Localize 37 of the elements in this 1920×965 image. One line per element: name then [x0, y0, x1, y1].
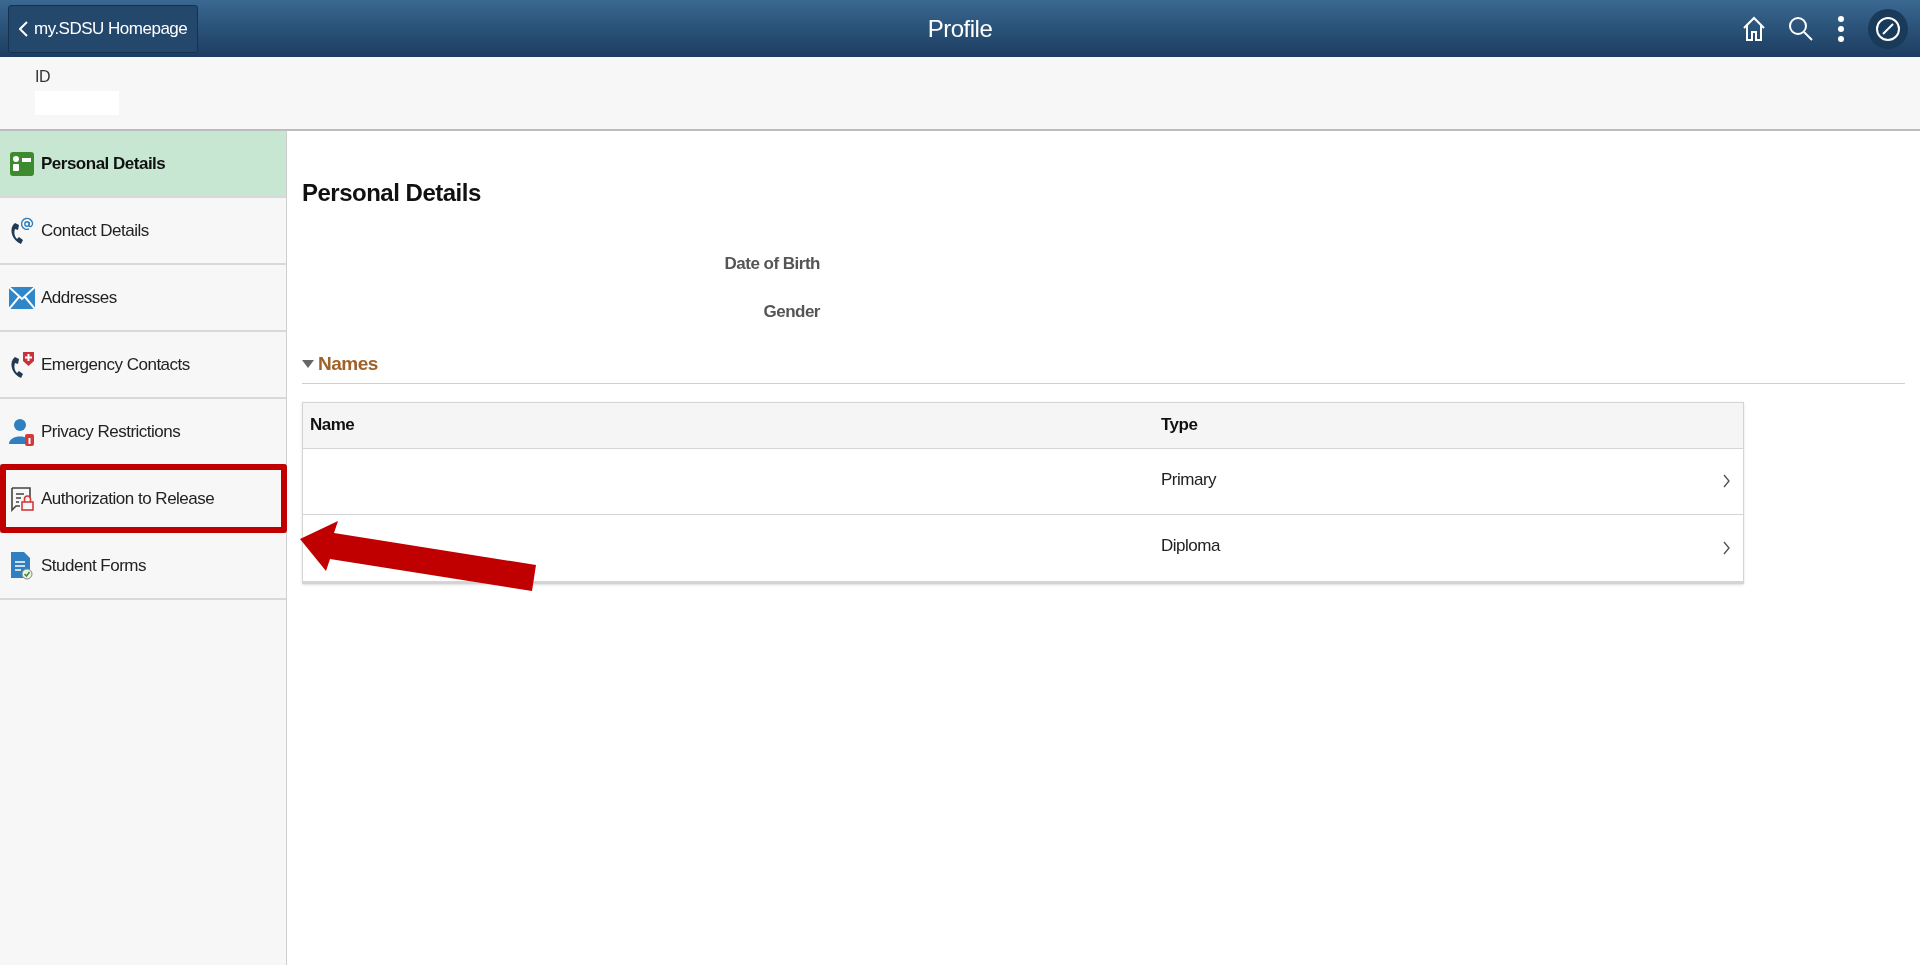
- chevron-right-icon: [1723, 540, 1730, 555]
- phone-cross-icon: [9, 350, 35, 379]
- person-info-icon: [9, 417, 35, 446]
- table-row[interactable]: Diploma: [303, 514, 1743, 581]
- names-section-toggle[interactable]: Names: [302, 350, 378, 379]
- sidebar-item-label: Personal Details: [41, 152, 166, 175]
- triangle-down-icon: [302, 359, 314, 370]
- compass-icon[interactable]: [1868, 8, 1908, 49]
- table-cell: Primary: [1161, 469, 1217, 489]
- page-title: Profile: [927, 13, 993, 44]
- section-heading: Personal Details: [302, 178, 481, 208]
- id-label: ID: [35, 67, 51, 87]
- envelope-icon: [9, 286, 35, 309]
- back-button[interactable]: my.SDSU Homepage: [8, 4, 199, 53]
- table-row[interactable]: Primary: [303, 448, 1743, 515]
- field-label: Gender: [763, 300, 820, 323]
- sidebar-item[interactable]: Personal Details: [0, 131, 286, 198]
- id-card-icon: [10, 151, 34, 176]
- field-label: Date of Birth: [724, 253, 820, 275]
- column-header: Type: [1161, 415, 1198, 435]
- sidebar-item-label: Emergency Contacts: [41, 353, 190, 376]
- sidebar-item[interactable]: Authorization to Release: [0, 466, 286, 533]
- phone-at-icon: [9, 216, 35, 245]
- home-icon[interactable]: [1742, 15, 1766, 42]
- column-header: Name: [310, 415, 355, 435]
- more-options-icon[interactable]: [1836, 14, 1846, 43]
- chevron-left-icon: [19, 20, 28, 37]
- sidebar-item-label: Student Forms: [41, 554, 146, 577]
- table-cell: Diploma: [1161, 535, 1220, 555]
- search-icon[interactable]: [1788, 15, 1814, 42]
- sidebar-item-label: Addresses: [41, 286, 117, 309]
- form-lock-icon: [10, 485, 34, 512]
- chevron-right-icon: [1723, 474, 1730, 488]
- sidebar-item-label: Authorization to Release: [41, 487, 215, 510]
- sidebar-item-label: Contact Details: [41, 219, 149, 242]
- document-check-icon: [11, 551, 33, 580]
- sidebar-item-label: Privacy Restrictions: [41, 420, 181, 443]
